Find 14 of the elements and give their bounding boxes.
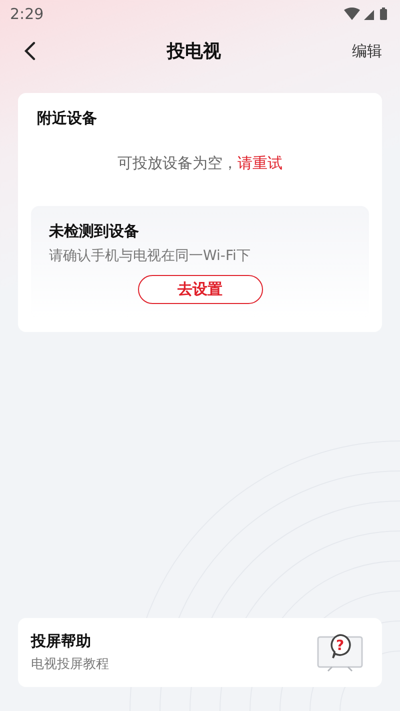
help-title: 投屏帮助 [31, 632, 92, 651]
retry-link[interactable]: 请重试 [238, 154, 282, 172]
help-card[interactable]: 投屏帮助 电视投屏教程 ? [18, 618, 382, 687]
edit-button[interactable]: 编辑 [352, 42, 382, 60]
status-time: 2:29 [10, 5, 44, 23]
notice-title: 未检测到设备 [49, 222, 139, 241]
status-icons [344, 7, 390, 21]
help-subtitle: 电视投屏教程 [31, 656, 109, 673]
empty-message: 可投放设备为空，请重试 [116, 154, 284, 173]
settings-button[interactable]: 去设置 [138, 275, 262, 304]
page-title: 投电视 [167, 40, 221, 63]
back-icon[interactable] [24, 41, 36, 61]
notice-hint: 请确认手机与电视在同一Wi-Fi下 [49, 247, 250, 265]
section-title: 附近设备 [36, 109, 98, 128]
